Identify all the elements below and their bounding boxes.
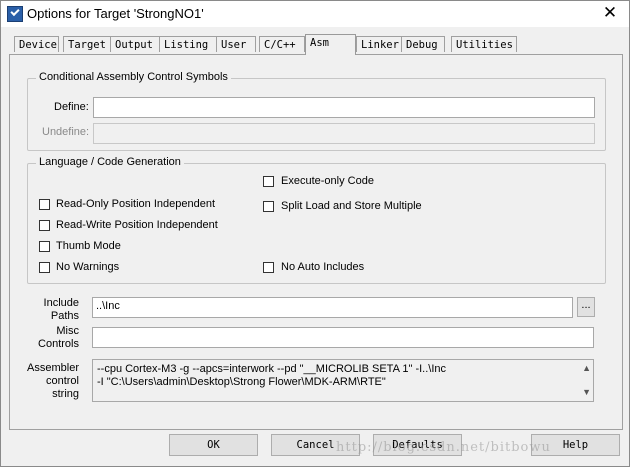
help-button[interactable]: Help bbox=[531, 434, 620, 456]
no-warnings-checkbox[interactable] bbox=[39, 262, 50, 273]
include-label-line1: Include bbox=[43, 297, 79, 309]
misc-controls-input[interactable] bbox=[92, 327, 594, 348]
conditional-group-title: Conditional Assembly Control Symbols bbox=[36, 71, 231, 83]
tab-output[interactable]: Output bbox=[110, 36, 160, 52]
tab-target[interactable]: Target bbox=[63, 36, 111, 52]
no-auto-includes-label: No Auto Includes bbox=[281, 261, 365, 273]
define-label: Define: bbox=[54, 101, 89, 113]
thumb-mode-label: Thumb Mode bbox=[56, 240, 121, 252]
execute-only-label: Execute-only Code bbox=[281, 175, 374, 187]
asm-string-line2: -I "C:\Users\admin\Desktop\Strong Flower… bbox=[97, 376, 386, 388]
misc-label-line1: Misc bbox=[56, 325, 79, 337]
conditional-assembly-group: Conditional Assembly Control Symbols Def… bbox=[27, 71, 606, 151]
asm-tab-panel: Conditional Assembly Control Symbols Def… bbox=[9, 54, 623, 430]
no-warnings-label: No Warnings bbox=[56, 261, 120, 273]
include-paths-label: Include Paths bbox=[10, 297, 79, 323]
tab-utilities[interactable]: Utilities bbox=[451, 36, 517, 52]
asm-scrollbar[interactable]: ▲ ▼ bbox=[579, 360, 593, 401]
misc-label-line2: Controls bbox=[38, 338, 79, 350]
tab-bar: Device Target Output Listing User C/C++ … bbox=[9, 34, 621, 55]
tab-asm[interactable]: Asm bbox=[305, 34, 356, 55]
scroll-up-icon[interactable]: ▲ bbox=[582, 362, 591, 375]
close-button[interactable]: ✕ bbox=[599, 3, 621, 23]
language-code-group: Language / Code Generation Read-Only Pos… bbox=[27, 156, 606, 284]
tab-listing[interactable]: Listing bbox=[159, 36, 217, 52]
split-load-checkbox[interactable] bbox=[263, 201, 274, 212]
asm-string-line1: --cpu Cortex-M3 -g --apcs=interwork --pd… bbox=[97, 363, 447, 375]
read-only-checkbox[interactable] bbox=[39, 199, 50, 210]
assembler-control-string: --cpu Cortex-M3 -g --apcs=interwork --pd… bbox=[92, 359, 594, 402]
tab-user[interactable]: User bbox=[216, 36, 256, 52]
read-write-label: Read-Write Position Independent bbox=[56, 219, 218, 231]
undefine-input bbox=[93, 123, 595, 144]
tab-linker[interactable]: Linker bbox=[356, 36, 402, 52]
options-dialog: Options for Target 'StrongNO1' ✕ Device … bbox=[0, 0, 630, 467]
scroll-down-icon[interactable]: ▼ bbox=[582, 386, 591, 399]
tab-cc[interactable]: C/C++ bbox=[259, 36, 305, 52]
assembler-control-label: Assembler control string bbox=[10, 362, 79, 401]
misc-controls-label: Misc Controls bbox=[10, 325, 79, 351]
include-browse-button[interactable]: ... bbox=[577, 297, 595, 317]
define-input[interactable] bbox=[93, 97, 595, 118]
include-paths-input[interactable]: ..\Inc bbox=[92, 297, 573, 318]
read-only-label: Read-Only Position Independent bbox=[56, 198, 215, 210]
app-icon bbox=[7, 6, 23, 22]
split-load-label: Split Load and Store Multiple bbox=[281, 200, 422, 212]
asm-label-line2: control bbox=[45, 375, 79, 387]
window-title: Options for Target 'StrongNO1' bbox=[27, 6, 204, 21]
no-auto-includes-checkbox[interactable] bbox=[263, 262, 274, 273]
asm-label-line1: Assembler bbox=[27, 362, 79, 374]
asm-label-line3: string bbox=[52, 388, 79, 400]
tab-device[interactable]: Device bbox=[14, 36, 59, 52]
tab-debug[interactable]: Debug bbox=[401, 36, 445, 52]
defaults-button[interactable]: Defaults bbox=[373, 434, 462, 456]
thumb-mode-checkbox[interactable] bbox=[39, 241, 50, 252]
execute-only-checkbox[interactable] bbox=[263, 176, 274, 187]
ok-button[interactable]: OK bbox=[169, 434, 258, 456]
language-group-title: Language / Code Generation bbox=[36, 156, 184, 168]
cancel-button[interactable]: Cancel bbox=[271, 434, 360, 456]
undefine-label: Undefine: bbox=[42, 126, 90, 138]
read-write-checkbox[interactable] bbox=[39, 220, 50, 231]
include-label-line2: Paths bbox=[50, 310, 79, 322]
title-bar: Options for Target 'StrongNO1' ✕ bbox=[1, 1, 629, 27]
